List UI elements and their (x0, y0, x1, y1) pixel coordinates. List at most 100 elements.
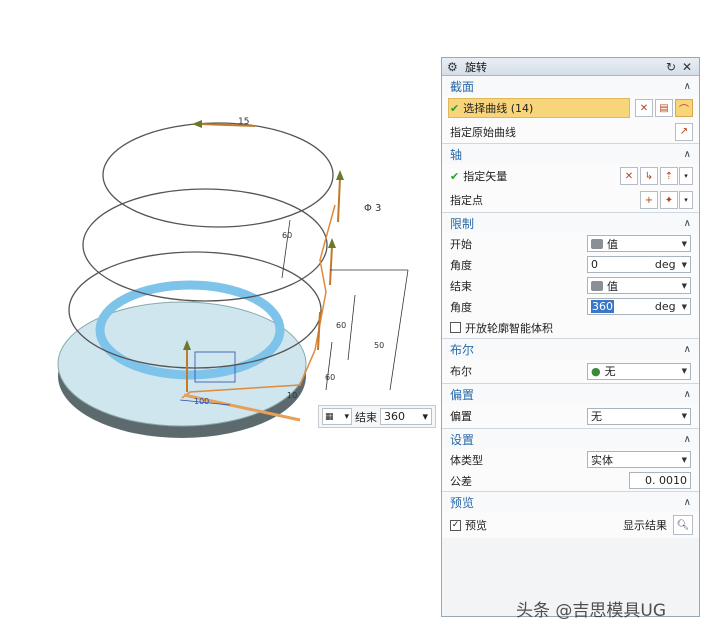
start-type-select[interactable]: 值 ▼ (587, 235, 691, 252)
collapse-icon[interactable]: ∧ (684, 497, 691, 508)
end-angle-input[interactable]: 360 deg ▼ (587, 298, 691, 315)
dialog-title-bar[interactable]: ⚙ 旋转 ↻ ✕ (442, 58, 699, 76)
point-inferred-icon[interactable]: ✦ (660, 191, 678, 209)
start-angle-input[interactable]: 0 deg ▼ (587, 256, 691, 273)
close-icon[interactable]: ✕ (680, 60, 694, 74)
origin-curve-icon[interactable]: ↗ (675, 122, 693, 141)
boolean-title: 布尔 (450, 342, 475, 357)
chevron-down-icon[interactable]: ▾ (679, 167, 693, 185)
boolean-none-icon: ● (591, 364, 601, 378)
floating-end-toolbar: ▦ ▾ 结束 360 ▾ (318, 405, 436, 428)
chevron-down-icon[interactable]: ▾ (679, 191, 693, 209)
origin-curve-label: 指定原始曲线 (450, 125, 516, 139)
vector-dialog-icon[interactable]: ↳ (640, 167, 658, 185)
open-profile-checkbox[interactable] (450, 322, 461, 333)
body-type-select[interactable]: 实体 ▼ (587, 451, 691, 468)
end-type-dropdown[interactable]: ▦ ▾ (322, 408, 352, 425)
model-drawing: 15 Φ 3 60 60 60 50 100 10 (57, 117, 409, 438)
end-value-input[interactable]: 360 ▾ (380, 408, 432, 425)
offset-group: 偏置 ∧ 偏置 无 ▼ (442, 384, 699, 429)
open-profile-row[interactable]: 开放轮廓智能体积 (442, 317, 699, 338)
chevron-down-icon: ▼ (681, 302, 687, 311)
preview-checkbox[interactable]: ✓ (450, 519, 461, 531)
collapse-icon[interactable]: ∧ (684, 344, 691, 355)
tolerance-value: 0. 0010 (645, 474, 687, 487)
collapse-icon[interactable]: ∧ (684, 434, 691, 445)
dim-5[interactable]: 100 (194, 397, 209, 406)
arrow-2 (329, 245, 333, 286)
dim-line-2 (389, 269, 409, 391)
select-curve-row[interactable]: ✔ 选择曲线 (14) ✕ ▤ ⌒ (442, 96, 699, 120)
offset-select[interactable]: 无 ▼ (587, 407, 691, 425)
point-label: 指定点 (450, 194, 483, 207)
origin-curve-row[interactable]: 指定原始曲线 ↗ (442, 120, 699, 143)
chevron-down-icon: ▼ (681, 260, 687, 269)
dim-line-4 (347, 294, 356, 361)
start-angle-row: 角度 0 deg ▼ (442, 254, 699, 275)
end-angle-unit: deg (654, 300, 676, 313)
end-value: 360 (384, 410, 405, 423)
point-row[interactable]: 指定点 + ✦ ▾ (442, 188, 699, 212)
reset-icon[interactable]: ↻ (664, 60, 678, 74)
preview-header[interactable]: 预览 ∧ (442, 492, 699, 512)
boolean-group: 布尔 ∧ 布尔 ● 无 ▼ (442, 339, 699, 384)
settings-title: 设置 (450, 432, 475, 447)
arrow-1-head (336, 170, 344, 180)
dim-6[interactable]: 10 (287, 391, 297, 400)
tolerance-row: 公差 0. 0010 (442, 470, 699, 491)
body-type-value: 实体 (591, 453, 613, 467)
graphics-viewport[interactable]: 15 Φ 3 60 60 60 50 100 10 ▦ ▾ 结束 360 ▾ (0, 0, 440, 634)
arrow-3 (317, 311, 321, 351)
chevron-down-icon: ▼ (681, 367, 687, 375)
end-type-value: 值 (607, 279, 618, 293)
show-result-button[interactable]: 🔍︎ (673, 515, 693, 535)
collapse-icon[interactable]: ∧ (684, 389, 691, 400)
dim-4[interactable]: 50 (374, 341, 384, 350)
curve-rule-icon[interactable]: ✕ (635, 99, 653, 117)
chevron-down-icon: ▾ (344, 411, 349, 422)
dim-top-angle[interactable]: 15 (238, 117, 249, 127)
dim-phi[interactable]: Φ 3 (364, 203, 381, 214)
axis-header[interactable]: 轴 ∧ (442, 144, 699, 164)
section-group: 截面 ∧ ✔ 选择曲线 (14) ✕ ▤ ⌒ 指定原始曲线 ↗ (442, 76, 699, 144)
sketch-icon[interactable]: ▤ (655, 99, 673, 117)
gear-icon[interactable]: ⚙ (447, 60, 461, 74)
preview-group: 预览 ∧ ✓ 预览 显示结果 🔍︎ (442, 492, 699, 538)
select-curve-label: 选择曲线 (14) (463, 102, 534, 115)
value-type-icon (591, 280, 603, 291)
section-header[interactable]: 截面 ∧ (442, 76, 699, 96)
curve-select-icon[interactable]: ⌒ (675, 99, 693, 117)
dim-line-5 (325, 341, 333, 391)
offset-header[interactable]: 偏置 ∧ (442, 384, 699, 404)
dim-3[interactable]: 60 (325, 373, 335, 382)
point-dialog-icon[interactable]: + (640, 191, 658, 209)
value-type-icon (591, 238, 603, 249)
limits-header[interactable]: 限制 ∧ (442, 213, 699, 233)
boolean-select[interactable]: ● 无 ▼ (587, 362, 691, 380)
limits-title: 限制 (450, 216, 475, 231)
tolerance-input[interactable]: 0. 0010 (629, 472, 691, 489)
open-profile-label: 开放轮廓智能体积 (465, 321, 553, 335)
magnifier-icon: 🔍︎ (676, 519, 690, 531)
body-type-row: 体类型 实体 ▼ (442, 449, 699, 470)
dim-2[interactable]: 60 (336, 321, 346, 330)
vector-label: 指定矢量 (463, 170, 508, 183)
end-type-select[interactable]: 值 ▼ (587, 277, 691, 294)
collapse-icon[interactable]: ∧ (684, 149, 691, 160)
section-title: 截面 (450, 79, 475, 94)
boolean-header[interactable]: 布尔 ∧ (442, 339, 699, 359)
dialog-title: 旋转 (465, 60, 487, 74)
settings-header[interactable]: 设置 ∧ (442, 429, 699, 449)
vector-inferred-icon[interactable]: ⇡ (660, 167, 678, 185)
check-icon: ✔ (450, 101, 460, 115)
collapse-icon[interactable]: ∧ (684, 81, 691, 92)
dim-1[interactable]: 60 (282, 231, 292, 240)
collapse-icon[interactable]: ∧ (684, 218, 691, 229)
value-type-icon: ▦ (325, 411, 334, 422)
offset-value: 无 (591, 410, 602, 423)
vector-row[interactable]: ✔ 指定矢量 ✕ ↳ ⇡ ▾ (442, 164, 699, 188)
start-angle-unit: deg (654, 258, 676, 271)
ring-top (102, 122, 334, 228)
chevron-down-icon: ▾ (422, 410, 428, 423)
reverse-direction-icon[interactable]: ✕ (620, 167, 638, 185)
